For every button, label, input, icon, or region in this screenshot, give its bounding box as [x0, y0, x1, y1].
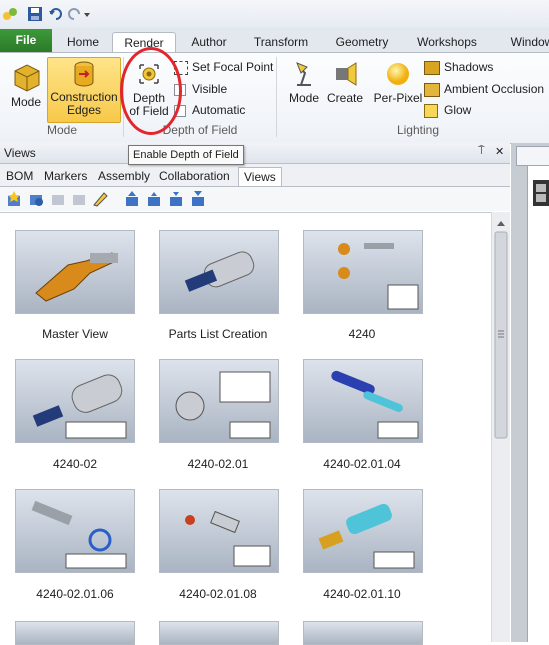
redo-icon[interactable]: [66, 6, 82, 22]
tab-transform[interactable]: Transform: [248, 32, 314, 52]
customize-qat-icon[interactable]: [84, 6, 90, 22]
panel-title: Views: [4, 146, 36, 160]
per-pixel-button[interactable]: Per-Pixel: [372, 59, 424, 105]
edit-view-icon[interactable]: [92, 191, 108, 207]
glow-button[interactable]: Glow: [424, 101, 471, 119]
view-thumbnail[interactable]: [15, 621, 135, 645]
close-icon[interactable]: ✕: [495, 145, 504, 158]
views-toolbar: [0, 187, 510, 211]
ribbon-tabs: Home Render Author Transform Geometry Wo…: [0, 28, 549, 53]
view-thumbnail[interactable]: [159, 489, 279, 573]
lamp-icon: [296, 62, 311, 86]
view-thumbnail[interactable]: [159, 359, 279, 443]
views-panel-header: Views ⍑ ✕: [0, 143, 510, 164]
lighting-mode-button[interactable]: Mode: [284, 59, 324, 105]
subtab-markers[interactable]: Markers: [44, 167, 87, 185]
view-thumbnail[interactable]: [159, 230, 279, 314]
automatic-checkbox[interactable]: Automatic: [174, 101, 245, 119]
tab-geometry[interactable]: Geometry: [330, 32, 394, 52]
view-label: 4240-02: [52, 457, 98, 471]
group-label-lighting: Lighting: [396, 123, 440, 137]
update-view-icon[interactable]: [28, 191, 44, 207]
automatic-label: Automatic: [192, 103, 246, 117]
ribbon: Mode Construction Edges Mode Depth of Fi…: [0, 52, 549, 144]
view-label: 4240-02.01.08: [179, 587, 257, 601]
subtab-views[interactable]: Views: [238, 167, 282, 186]
quick-access-toolbar: [0, 0, 549, 28]
view-thumbnail[interactable]: [15, 230, 135, 314]
highlight-circle: [120, 47, 182, 135]
tab-home[interactable]: Home: [60, 32, 106, 52]
view-label: 4240-02.01.06: [36, 587, 114, 601]
shadows-button[interactable]: Shadows: [424, 58, 493, 76]
views-scrollbar[interactable]: [491, 212, 510, 642]
mode-label: Mode: [10, 95, 42, 109]
glow-label: Glow: [444, 103, 472, 117]
tooltip: Enable Depth of Field: [128, 145, 244, 165]
set-focal-point-button[interactable]: Set Focal Point: [174, 58, 273, 76]
new-view-icon[interactable]: [6, 191, 22, 207]
construction-edges-icon: [74, 61, 94, 87]
subtab-collaboration[interactable]: Collaboration: [159, 167, 230, 185]
group-label-mode: Mode: [46, 123, 78, 137]
tab-window[interactable]: Window: [502, 32, 549, 52]
create-light-button[interactable]: Create: [325, 59, 365, 105]
move-up-icon[interactable]: [146, 191, 162, 207]
view-label: 4240-02.01.10: [323, 587, 401, 601]
move-last-icon[interactable]: [190, 191, 206, 207]
view-label: 4240-02.01: [187, 457, 249, 471]
undo-icon[interactable]: [48, 6, 64, 22]
mode-button[interactable]: Mode: [6, 59, 46, 109]
view-thumbnail[interactable]: [159, 621, 279, 645]
set-focal-point-label: Set Focal Point: [192, 60, 274, 74]
scroll-thumb: [494, 231, 508, 439]
view-thumbnail[interactable]: [15, 489, 135, 573]
ambient-occlusion-button[interactable]: Ambient Occlusion: [424, 80, 544, 98]
move-first-icon[interactable]: [124, 191, 140, 207]
ambient-occlusion-icon: [424, 82, 440, 97]
tab-author[interactable]: Author: [182, 32, 236, 52]
film-strip-icon: [533, 180, 549, 206]
lighting-mode-label: Mode: [288, 91, 320, 105]
view-thumbnail[interactable]: [303, 621, 423, 645]
app-logo-icon[interactable]: [2, 6, 18, 22]
panel-subtabs: BOM Markers Assembly Collaboration Views: [0, 164, 510, 187]
construction-edges-button[interactable]: Construction Edges: [47, 57, 121, 123]
subtab-bom[interactable]: BOM: [6, 167, 33, 185]
create-light-label: Create: [326, 91, 364, 105]
tab-file[interactable]: File: [0, 29, 52, 52]
pin-icon[interactable]: ⍑: [478, 145, 485, 158]
shadows-icon: [424, 60, 440, 75]
view-thumbnail[interactable]: [303, 489, 423, 573]
view-label: 4240: [348, 327, 376, 341]
views-list: Master View Parts List Creation 4240 424…: [0, 212, 510, 645]
spotlight-icon: [336, 62, 357, 86]
scroll-up-icon: [497, 221, 505, 226]
construction-edges-label: Construction Edges: [50, 90, 118, 117]
view-label: Master View: [42, 327, 108, 341]
shadows-label: Shadows: [444, 60, 494, 74]
tab-workshops[interactable]: Workshops: [410, 32, 484, 52]
glow-icon: [424, 103, 438, 118]
ambient-occlusion-label: Ambient Occlusion: [444, 82, 545, 96]
cube-icon: [14, 64, 40, 92]
copy-view-icon[interactable]: [71, 191, 87, 207]
document-page: [527, 166, 549, 642]
document-tab[interactable]: [516, 146, 549, 166]
view-label: Parts List Creation: [168, 327, 268, 341]
save-icon[interactable]: [27, 6, 43, 22]
view-thumbnail[interactable]: [303, 230, 423, 314]
visible-label: Visible: [192, 82, 228, 96]
move-down-icon[interactable]: [168, 191, 184, 207]
view-label: 4240-02.01.04: [323, 457, 401, 471]
delete-view-icon[interactable]: [50, 191, 66, 207]
view-thumbnail[interactable]: [15, 359, 135, 443]
light-bulb-icon: [387, 63, 409, 85]
subtab-assembly[interactable]: Assembly: [98, 167, 150, 185]
per-pixel-label: Per-Pixel: [373, 91, 423, 105]
view-thumbnail[interactable]: [303, 359, 423, 443]
